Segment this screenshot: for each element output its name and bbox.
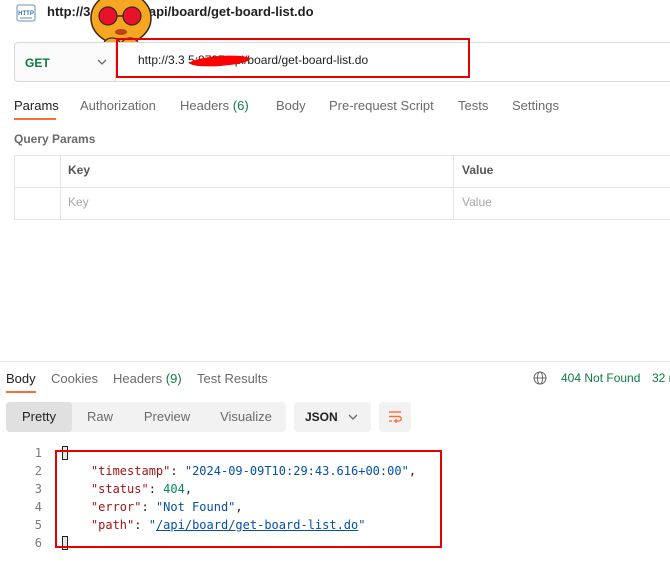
query-params-label: Query Params: [14, 132, 96, 146]
http-icon: HTTP: [16, 4, 36, 22]
response-tab-cookies[interactable]: Cookies: [51, 371, 98, 386]
response-status[interactable]: 404 Not Found: [561, 371, 640, 385]
globe-icon[interactable]: [533, 371, 547, 385]
key-input[interactable]: Key: [68, 195, 89, 209]
chevron-down-icon[interactable]: [347, 411, 359, 423]
format-pretty-button[interactable]: Pretty: [6, 402, 72, 432]
value-input[interactable]: Value: [462, 195, 492, 209]
response-tab-test-results[interactable]: Test Results: [197, 371, 268, 386]
line-number: 6: [34, 536, 42, 550]
method-label: GET: [25, 56, 50, 70]
line-number: 3: [34, 482, 42, 496]
tab-authorization[interactable]: Authorization: [80, 98, 156, 113]
line-number: 5: [34, 518, 42, 532]
headers-count: (6): [232, 98, 249, 113]
annotation-box-url: [116, 38, 470, 78]
table-divider: [14, 187, 670, 188]
tab-headers[interactable]: Headers (6): [180, 98, 249, 113]
column-header-value: Value: [462, 163, 494, 177]
column-header-key: Key: [68, 163, 91, 177]
annotation-box-response: [55, 450, 442, 548]
tab-params[interactable]: Params: [14, 98, 59, 113]
table-divider: [14, 155, 15, 220]
tab-tests[interactable]: Tests: [458, 98, 488, 113]
format-raw-button[interactable]: Raw: [72, 402, 128, 432]
response-time[interactable]: 32 m: [652, 371, 670, 385]
format-preview-button[interactable]: Preview: [132, 402, 202, 432]
svg-text:HTTP: HTTP: [18, 11, 34, 17]
response-headers-count: (9): [165, 371, 182, 386]
table-divider: [453, 155, 454, 220]
active-tab-indicator: [14, 118, 56, 120]
format-visualize-button[interactable]: Visualize: [210, 402, 282, 432]
chevron-down-icon[interactable]: [96, 56, 108, 68]
tab-body[interactable]: Body: [276, 98, 306, 113]
response-tab-headers[interactable]: Headers (9): [113, 371, 182, 386]
line-number: 4: [34, 500, 42, 514]
response-tab-body[interactable]: Body: [6, 371, 36, 386]
tab-settings[interactable]: Settings: [512, 98, 559, 113]
response-divider: [0, 361, 670, 362]
active-response-tab-indicator: [6, 391, 36, 393]
line-number: 2: [34, 464, 42, 478]
language-label: JSON: [305, 410, 338, 424]
tab-pre-request-script[interactable]: Pre-request Script: [329, 98, 434, 113]
table-divider: [60, 155, 61, 220]
line-number: 1: [34, 446, 42, 460]
wrap-lines-icon: [389, 411, 402, 424]
